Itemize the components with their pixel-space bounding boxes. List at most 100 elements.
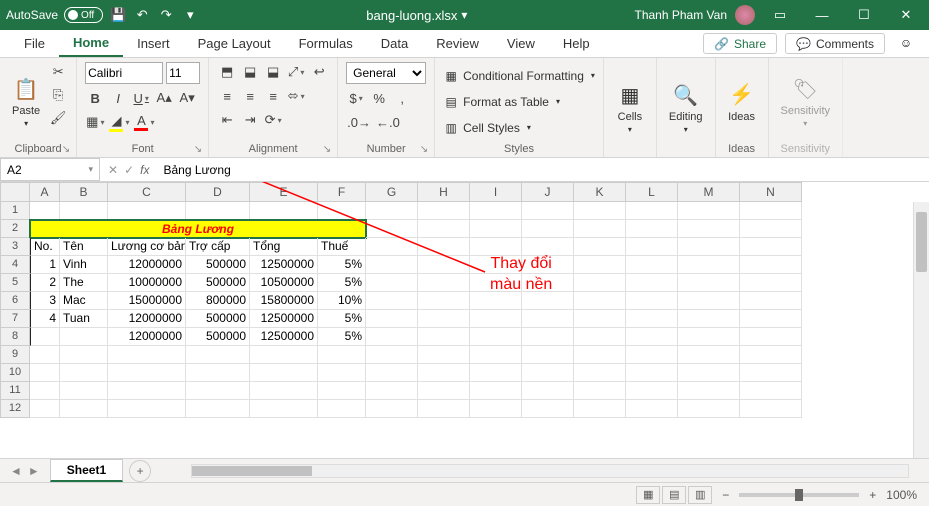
cell[interactable] <box>418 346 470 364</box>
cell[interactable]: 12000000 <box>108 328 186 346</box>
tab-insert[interactable]: Insert <box>123 30 184 57</box>
cell[interactable] <box>470 310 522 328</box>
cell[interactable] <box>418 202 470 220</box>
share-button[interactable]: 🔗 Share <box>703 33 777 54</box>
tab-view[interactable]: View <box>493 30 549 57</box>
cell[interactable] <box>60 346 108 364</box>
orientation-button[interactable]: ⤢ <box>286 62 306 82</box>
cell[interactable] <box>626 400 678 418</box>
undo-icon[interactable]: ↶ <box>133 6 151 24</box>
view-normal[interactable]: ▦ <box>636 486 660 504</box>
zoom-level[interactable]: 100% <box>886 488 917 502</box>
cell[interactable] <box>574 202 626 220</box>
cells-button[interactable]: ▦Cells▾ <box>612 62 648 153</box>
cell[interactable]: Lương cơ bản <box>108 238 186 256</box>
cell[interactable] <box>108 202 186 220</box>
cell[interactable]: 12500000 <box>250 310 318 328</box>
cell[interactable]: 10500000 <box>250 274 318 292</box>
font-launcher[interactable]: ↘ <box>194 144 202 155</box>
cell[interactable] <box>60 364 108 382</box>
cell[interactable]: 4 <box>30 310 60 328</box>
cell[interactable] <box>470 400 522 418</box>
cell[interactable] <box>522 220 574 238</box>
cell[interactable] <box>30 202 60 220</box>
cell[interactable] <box>678 328 740 346</box>
decrease-indent[interactable]: ⇤ <box>217 110 237 130</box>
user-avatar[interactable] <box>735 5 755 25</box>
cell[interactable] <box>678 310 740 328</box>
cell[interactable] <box>30 364 60 382</box>
tab-page-layout[interactable]: Page Layout <box>184 30 285 57</box>
merged-title-cell[interactable]: Bảng Lương <box>30 220 366 238</box>
minimize-icon[interactable]: — <box>805 3 839 27</box>
select-all-corner[interactable] <box>0 182 30 202</box>
cell[interactable] <box>60 202 108 220</box>
cell[interactable] <box>678 256 740 274</box>
cell[interactable] <box>574 346 626 364</box>
cell[interactable] <box>740 202 802 220</box>
cell[interactable] <box>678 292 740 310</box>
cell[interactable]: Tuan <box>60 310 108 328</box>
cell[interactable] <box>522 346 574 364</box>
col-header[interactable]: B <box>60 182 108 202</box>
name-box[interactable]: A2▾ <box>0 158 100 181</box>
cell[interactable] <box>470 382 522 400</box>
cell[interactable]: Mac <box>60 292 108 310</box>
paste-button[interactable]: 📋 Paste ▾ <box>8 62 44 141</box>
cell[interactable] <box>678 346 740 364</box>
cell[interactable] <box>626 256 678 274</box>
cell[interactable]: 12000000 <box>108 256 186 274</box>
cell[interactable] <box>250 346 318 364</box>
col-header[interactable]: I <box>470 182 522 202</box>
col-header[interactable]: C <box>108 182 186 202</box>
cell[interactable] <box>318 202 366 220</box>
tab-review[interactable]: Review <box>422 30 493 57</box>
cell[interactable]: 500000 <box>186 256 250 274</box>
col-header[interactable]: K <box>574 182 626 202</box>
cell[interactable] <box>186 382 250 400</box>
row-header[interactable]: 11 <box>0 382 30 400</box>
col-header[interactable]: E <box>250 182 318 202</box>
col-header[interactable]: H <box>418 182 470 202</box>
col-header[interactable]: J <box>522 182 574 202</box>
sheet-nav-prev[interactable]: ◄ <box>10 464 22 478</box>
cell[interactable] <box>574 328 626 346</box>
increase-decimal[interactable]: .0→ <box>346 112 372 132</box>
cell[interactable] <box>186 400 250 418</box>
cell[interactable] <box>366 310 418 328</box>
cell[interactable] <box>186 364 250 382</box>
font-size-combo[interactable] <box>166 62 200 84</box>
cell[interactable] <box>108 400 186 418</box>
cell[interactable]: 12500000 <box>250 328 318 346</box>
cell[interactable] <box>678 274 740 292</box>
format-painter-button[interactable]: 🖌 <box>48 108 68 128</box>
cell[interactable] <box>574 238 626 256</box>
cell[interactable] <box>418 292 470 310</box>
cell[interactable]: Trợ cấp <box>186 238 250 256</box>
cell[interactable] <box>678 238 740 256</box>
add-sheet-button[interactable]: + <box>129 460 151 482</box>
cell[interactable] <box>318 346 366 364</box>
cell[interactable] <box>522 328 574 346</box>
cell[interactable] <box>522 400 574 418</box>
cell[interactable]: No. <box>30 238 60 256</box>
row-header[interactable]: 4 <box>0 256 30 274</box>
accounting-button[interactable]: $ <box>346 88 366 108</box>
cell[interactable]: 500000 <box>186 274 250 292</box>
number-format-combo[interactable]: General <box>346 62 426 84</box>
clipboard-launcher[interactable]: ↘ <box>62 144 70 155</box>
sheet-tab[interactable]: Sheet1 <box>50 459 123 482</box>
row-header[interactable]: 8 <box>0 328 30 346</box>
editing-button[interactable]: 🔍Editing▾ <box>665 62 707 153</box>
cell[interactable]: 500000 <box>186 328 250 346</box>
comments-button[interactable]: 💬 Comments <box>785 33 885 54</box>
cell[interactable] <box>418 364 470 382</box>
cell[interactable] <box>366 202 418 220</box>
cell[interactable]: 5% <box>318 256 366 274</box>
cell[interactable] <box>574 220 626 238</box>
cell[interactable] <box>522 364 574 382</box>
col-header[interactable]: A <box>30 182 60 202</box>
tab-help[interactable]: Help <box>549 30 604 57</box>
cell[interactable] <box>318 400 366 418</box>
cell[interactable] <box>574 292 626 310</box>
